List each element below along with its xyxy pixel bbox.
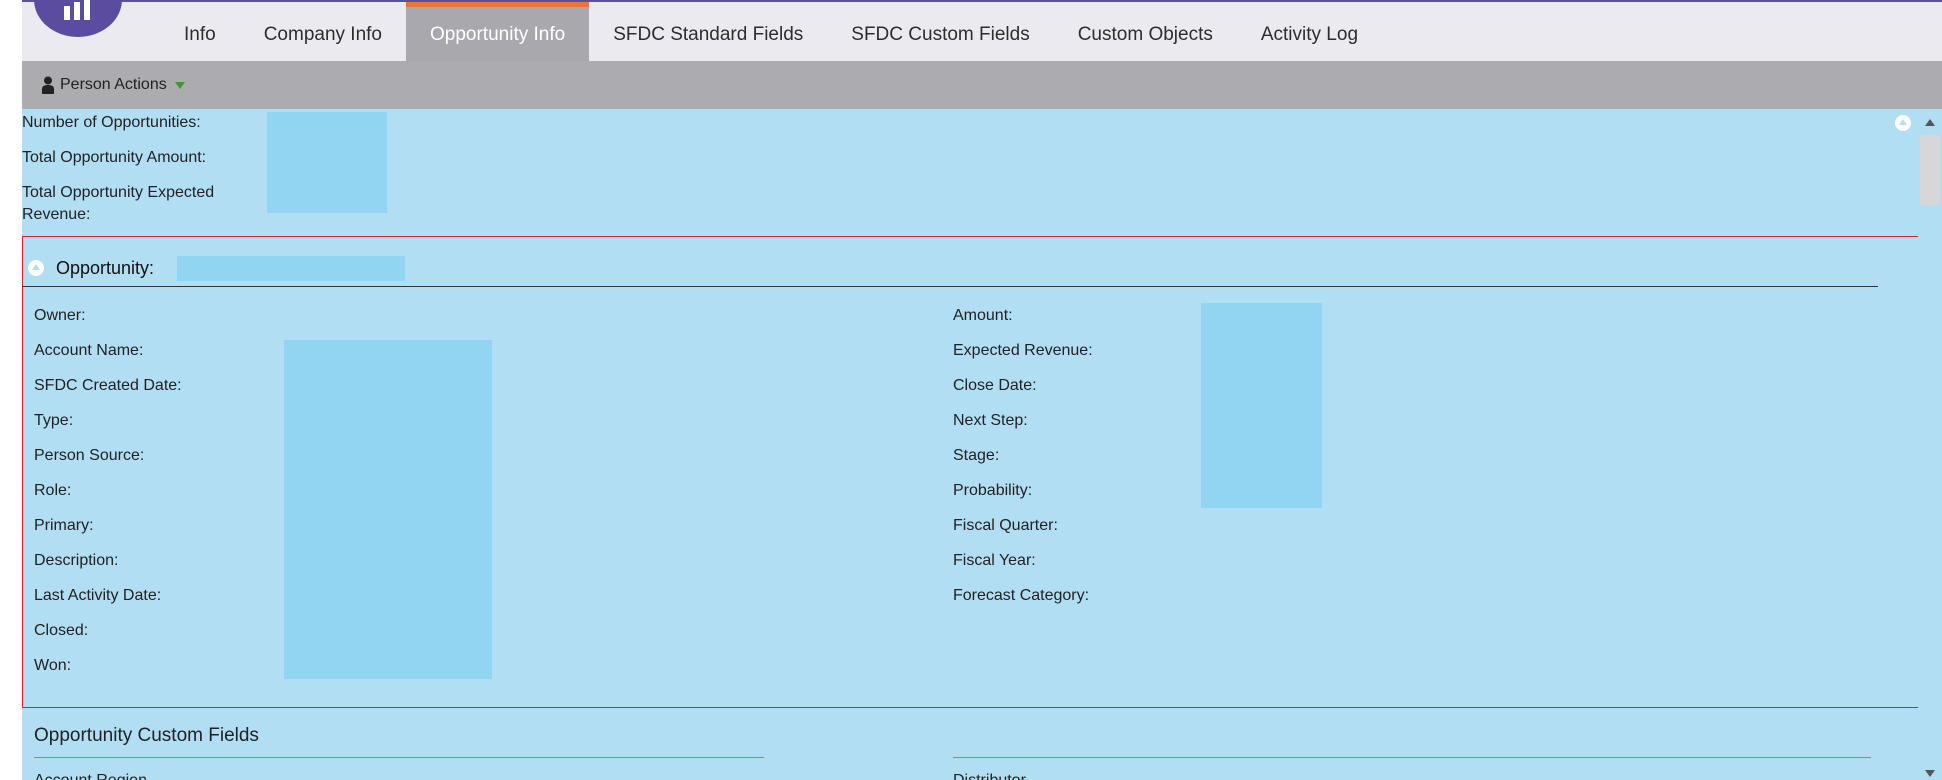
number-of-opportunities-label: Number of Opportunities: — [22, 114, 201, 131]
tab-list: Info Company Info Opportunity Info SFDC … — [160, 2, 1382, 61]
tab-info[interactable]: Info — [160, 2, 240, 61]
field-label-next-step: Next Step: — [953, 412, 1028, 429]
person-actions-label: Person Actions — [60, 76, 167, 93]
field-label-fiscal-year: Fiscal Year: — [953, 552, 1036, 569]
chevron-down-icon — [174, 81, 185, 89]
scroll-down-arrow-icon[interactable] — [1925, 770, 1935, 777]
tab-sfdc-standard-fields[interactable]: SFDC Standard Fields — [589, 2, 827, 61]
vertical-scrollbar[interactable] — [1918, 109, 1942, 780]
field-label-owner: Owner: — [34, 307, 86, 324]
field-label-sfdc-created-date: SFDC Created Date: — [34, 377, 182, 394]
field-label-last-activity-date: Last Activity Date: — [34, 587, 162, 604]
opportunity-name-redacted — [177, 256, 405, 281]
right-field-values-redacted — [1201, 303, 1322, 508]
field-label-won: Won: — [34, 657, 72, 674]
left-field-values-redacted — [284, 340, 492, 679]
field-label-account-name: Account Name: — [34, 342, 144, 359]
opportunity-info-panel: Number of Opportunities: Total Opportuni… — [22, 109, 1942, 780]
tab-opportunity-info[interactable]: Opportunity Info — [406, 2, 590, 61]
custom-fields-left-divider — [34, 757, 764, 758]
field-label-fiscal-quarter: Fiscal Quarter: — [953, 517, 1058, 534]
person-actions-button[interactable]: Person Actions — [42, 73, 185, 97]
marketo-logo — [34, 0, 122, 37]
custom-fields-section-title: Opportunity Custom Fields — [34, 725, 259, 746]
scroll-up-arrow-icon[interactable] — [1925, 119, 1935, 126]
summary-values-redacted — [267, 112, 387, 213]
tab-company-info[interactable]: Company Info — [240, 2, 406, 61]
field-label-role: Role: — [34, 482, 72, 499]
field-label-close-date: Close Date: — [953, 377, 1037, 394]
collapse-opportunity-icon[interactable] — [28, 260, 44, 276]
tab-bar: Info Company Info Opportunity Info SFDC … — [22, 0, 1942, 61]
opportunity-header-divider — [22, 286, 1878, 287]
field-label-expected-revenue: Expected Revenue: — [953, 342, 1093, 359]
tab-sfdc-custom-fields[interactable]: SFDC Custom Fields — [827, 2, 1053, 61]
field-label-person-source: Person Source: — [34, 447, 145, 464]
field-label-distributor: Distributor — [953, 772, 1026, 780]
person-icon — [42, 76, 54, 94]
action-toolbar: Person Actions — [22, 61, 1942, 109]
logo-bars-icon — [64, 0, 90, 20]
field-label-forecast-category: Forecast Category: — [953, 587, 1090, 604]
field-label-stage: Stage: — [953, 447, 1000, 464]
total-expected-revenue-label-cont: Revenue: — [22, 206, 91, 223]
field-label-probability: Probability: — [953, 482, 1033, 499]
custom-fields-right-divider — [953, 757, 1871, 758]
total-opportunity-amount-label: Total Opportunity Amount: — [22, 149, 207, 166]
scroll-to-top-icon[interactable] — [1895, 115, 1911, 131]
opportunity-title: Opportunity: — [56, 258, 155, 278]
field-label-primary: Primary: — [34, 517, 94, 534]
field-label-closed: Closed: — [34, 622, 89, 639]
marketo-person-detail: Info Company Info Opportunity Info SFDC … — [0, 0, 1942, 780]
tab-activity-log[interactable]: Activity Log — [1237, 2, 1382, 61]
field-label-amount: Amount: — [953, 307, 1013, 324]
total-expected-revenue-label: Total Opportunity Expected — [22, 184, 215, 201]
field-label-account-region: Account Region — [34, 772, 147, 780]
field-label-type: Type: — [34, 412, 74, 429]
tab-custom-objects[interactable]: Custom Objects — [1054, 2, 1237, 61]
field-label-description: Description: — [34, 552, 119, 569]
scrollbar-thumb[interactable] — [1920, 135, 1940, 205]
